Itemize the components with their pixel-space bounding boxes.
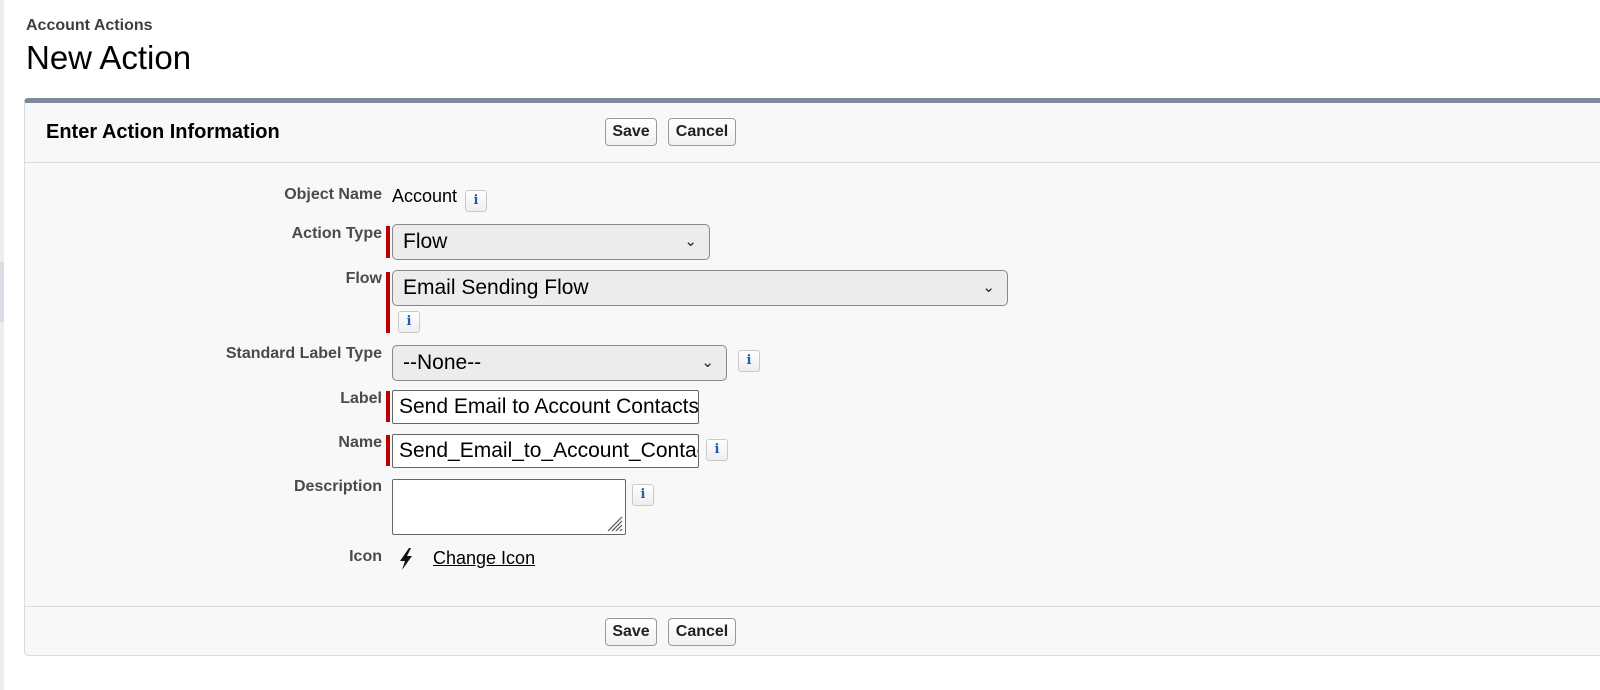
standard-label-type-select[interactable]: --None-- ⌄ bbox=[392, 345, 727, 381]
save-button-bottom[interactable]: Save bbox=[605, 618, 657, 646]
required-indicator bbox=[386, 435, 390, 466]
action-information-panel: Enter Action Information Save Cancel Obj… bbox=[24, 98, 1600, 656]
icon-label: Icon bbox=[349, 548, 382, 565]
flow-label: Flow bbox=[345, 270, 382, 287]
name-input[interactable]: Send_Email_to_Account_Contacts bbox=[392, 434, 699, 468]
resize-grip-icon[interactable] bbox=[605, 514, 623, 532]
save-button-top[interactable]: Save bbox=[605, 118, 657, 146]
info-icon[interactable]: i bbox=[398, 311, 420, 333]
panel-header: Enter Action Information Save Cancel bbox=[25, 103, 1600, 163]
action-type-label: Action Type bbox=[291, 225, 382, 242]
info-icon[interactable]: i bbox=[632, 484, 654, 506]
left-edge-accent bbox=[0, 262, 4, 322]
chevron-down-icon: ⌄ bbox=[701, 354, 714, 371]
object-name-value: Account bbox=[392, 186, 458, 206]
flow-select[interactable]: Email Sending Flow ⌄ bbox=[392, 270, 1008, 306]
label-field-label: Label bbox=[340, 390, 382, 407]
action-type-select[interactable]: Flow ⌄ bbox=[392, 224, 710, 260]
info-icon[interactable]: i bbox=[465, 190, 487, 212]
cancel-button-top[interactable]: Cancel bbox=[668, 118, 736, 146]
panel-footer: Save Cancel bbox=[25, 606, 1600, 657]
standard-label-type-label: Standard Label Type bbox=[225, 345, 382, 362]
required-indicator bbox=[386, 272, 390, 333]
page-title: New Action bbox=[26, 39, 192, 76]
page-header: Account Actions New Action bbox=[26, 16, 191, 78]
lightning-bolt-icon bbox=[400, 548, 412, 570]
required-indicator bbox=[386, 391, 390, 422]
name-field-label: Name bbox=[338, 434, 382, 451]
cancel-button-bottom[interactable]: Cancel bbox=[668, 618, 736, 646]
chevron-down-icon: ⌄ bbox=[982, 279, 995, 296]
chevron-down-icon: ⌄ bbox=[684, 233, 697, 250]
action-type-selected: Flow bbox=[403, 230, 448, 253]
label-input[interactable]: Send Email to Account Contacts bbox=[392, 390, 699, 424]
description-textarea[interactable] bbox=[392, 479, 626, 535]
flow-selected: Email Sending Flow bbox=[403, 276, 589, 299]
object-name-label: Object Name bbox=[284, 186, 382, 203]
panel-title: Enter Action Information bbox=[46, 121, 280, 143]
page-object-type: Account Actions bbox=[26, 17, 153, 34]
description-label: Description bbox=[293, 478, 382, 495]
info-icon[interactable]: i bbox=[738, 350, 760, 372]
left-edge-rule bbox=[0, 0, 4, 690]
change-icon-link[interactable]: Change Icon bbox=[433, 547, 535, 569]
standard-label-type-selected: --None-- bbox=[403, 351, 482, 374]
info-icon[interactable]: i bbox=[706, 439, 728, 461]
required-indicator bbox=[386, 226, 390, 258]
